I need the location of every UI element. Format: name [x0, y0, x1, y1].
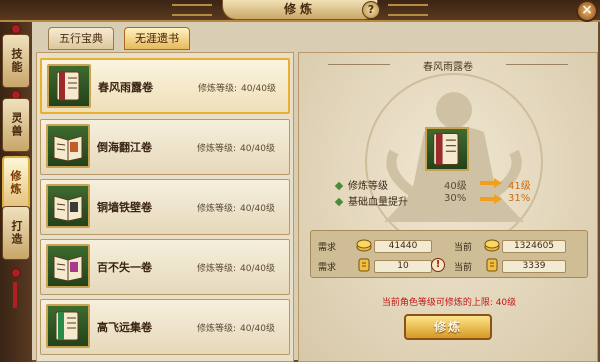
book-level: 修炼等级: 40/40级	[197, 144, 275, 154]
side-tab-skills[interactable]: 技能	[2, 34, 30, 88]
detail-book-title: 春风雨露卷	[423, 62, 473, 73]
book-list-item[interactable]: 倒海翻江卷 修炼等级: 40/40级	[40, 119, 290, 175]
book-name: 铜墙铁壁卷	[97, 201, 152, 214]
rail-knot	[11, 268, 21, 278]
book-level: 修炼等级: 40/40级	[197, 324, 275, 334]
help-button[interactable]: ?	[362, 1, 380, 19]
arrow-right-icon	[480, 194, 502, 204]
book-name: 高飞远集卷	[97, 321, 152, 334]
book-name: 春风雨露卷	[98, 81, 153, 94]
req-label: 需求	[318, 243, 337, 253]
stat-training-level: 修炼等级	[334, 177, 388, 192]
title-ornament-right	[388, 4, 428, 16]
open-book-icon	[46, 184, 90, 228]
book-level: 修炼等级: 40/40级	[198, 84, 276, 94]
tab-five-elements-codex[interactable]: 五行宝典	[48, 27, 114, 50]
book-list-item[interactable]: 百不失一卷 修炼等级: 40/40级	[40, 239, 290, 295]
train-button[interactable]: 修炼	[404, 314, 492, 340]
req-label: 需求	[318, 263, 337, 273]
stat-next-value: 31%	[508, 193, 531, 204]
book-list-item[interactable]: 铜墙铁壁卷 修炼等级: 40/40级	[40, 179, 290, 235]
book-list-item[interactable]: 春风雨露卷 修炼等级: 40/40级	[40, 58, 290, 114]
cur-value-field: 1324605	[502, 240, 566, 253]
book-level: 修炼等级: 40/40级	[197, 204, 275, 214]
cur-value-field: 3339	[502, 260, 566, 273]
arrow-right-icon	[480, 178, 502, 188]
scroll-book-icon	[46, 304, 90, 348]
coin-icon	[356, 239, 372, 252]
window-title: 修炼	[222, 0, 378, 20]
tassel-ornament	[13, 282, 17, 308]
side-tab-training[interactable]: 修炼	[2, 156, 30, 210]
token-icon	[486, 258, 498, 272]
warning-icon: !	[431, 258, 445, 272]
req-value-field: 41440	[374, 240, 432, 253]
stat-next-value: 41级	[508, 181, 531, 192]
tab-boundless-manuscripts[interactable]: 无涯遗书	[124, 27, 190, 50]
side-tab-forging[interactable]: 打造	[2, 206, 30, 260]
stat-current-value: 30%	[444, 193, 467, 204]
cur-label: 当前	[454, 263, 473, 273]
cur-label: 当前	[454, 243, 473, 253]
stat-base-hp-boost: 基础血量提升	[334, 193, 408, 208]
level-cap-warning: 当前角色等级可修炼的上限: 40级	[381, 298, 517, 308]
token-icon	[358, 258, 370, 272]
book-name: 倒海翻江卷	[97, 141, 152, 154]
close-button[interactable]: ×	[576, 0, 598, 22]
stat-current-value: 40级	[444, 181, 467, 192]
diamond-bullet-icon	[334, 197, 344, 207]
coin-icon	[484, 239, 500, 252]
open-book-icon	[46, 124, 90, 168]
title-ornament-left	[172, 4, 212, 16]
scroll-book-icon	[47, 64, 91, 108]
open-book-icon	[46, 244, 90, 288]
rail-knot	[11, 24, 21, 34]
book-level: 修炼等级: 40/40级	[197, 264, 275, 274]
side-tab-pets[interactable]: 灵兽	[2, 98, 30, 152]
book-name: 百不失一卷	[97, 261, 152, 274]
selected-book-icon	[425, 127, 469, 171]
req-value-field: 10	[374, 260, 432, 273]
book-list-item[interactable]: 高飞远集卷 修炼等级: 40/40级	[40, 299, 290, 355]
diamond-bullet-icon	[334, 181, 344, 191]
